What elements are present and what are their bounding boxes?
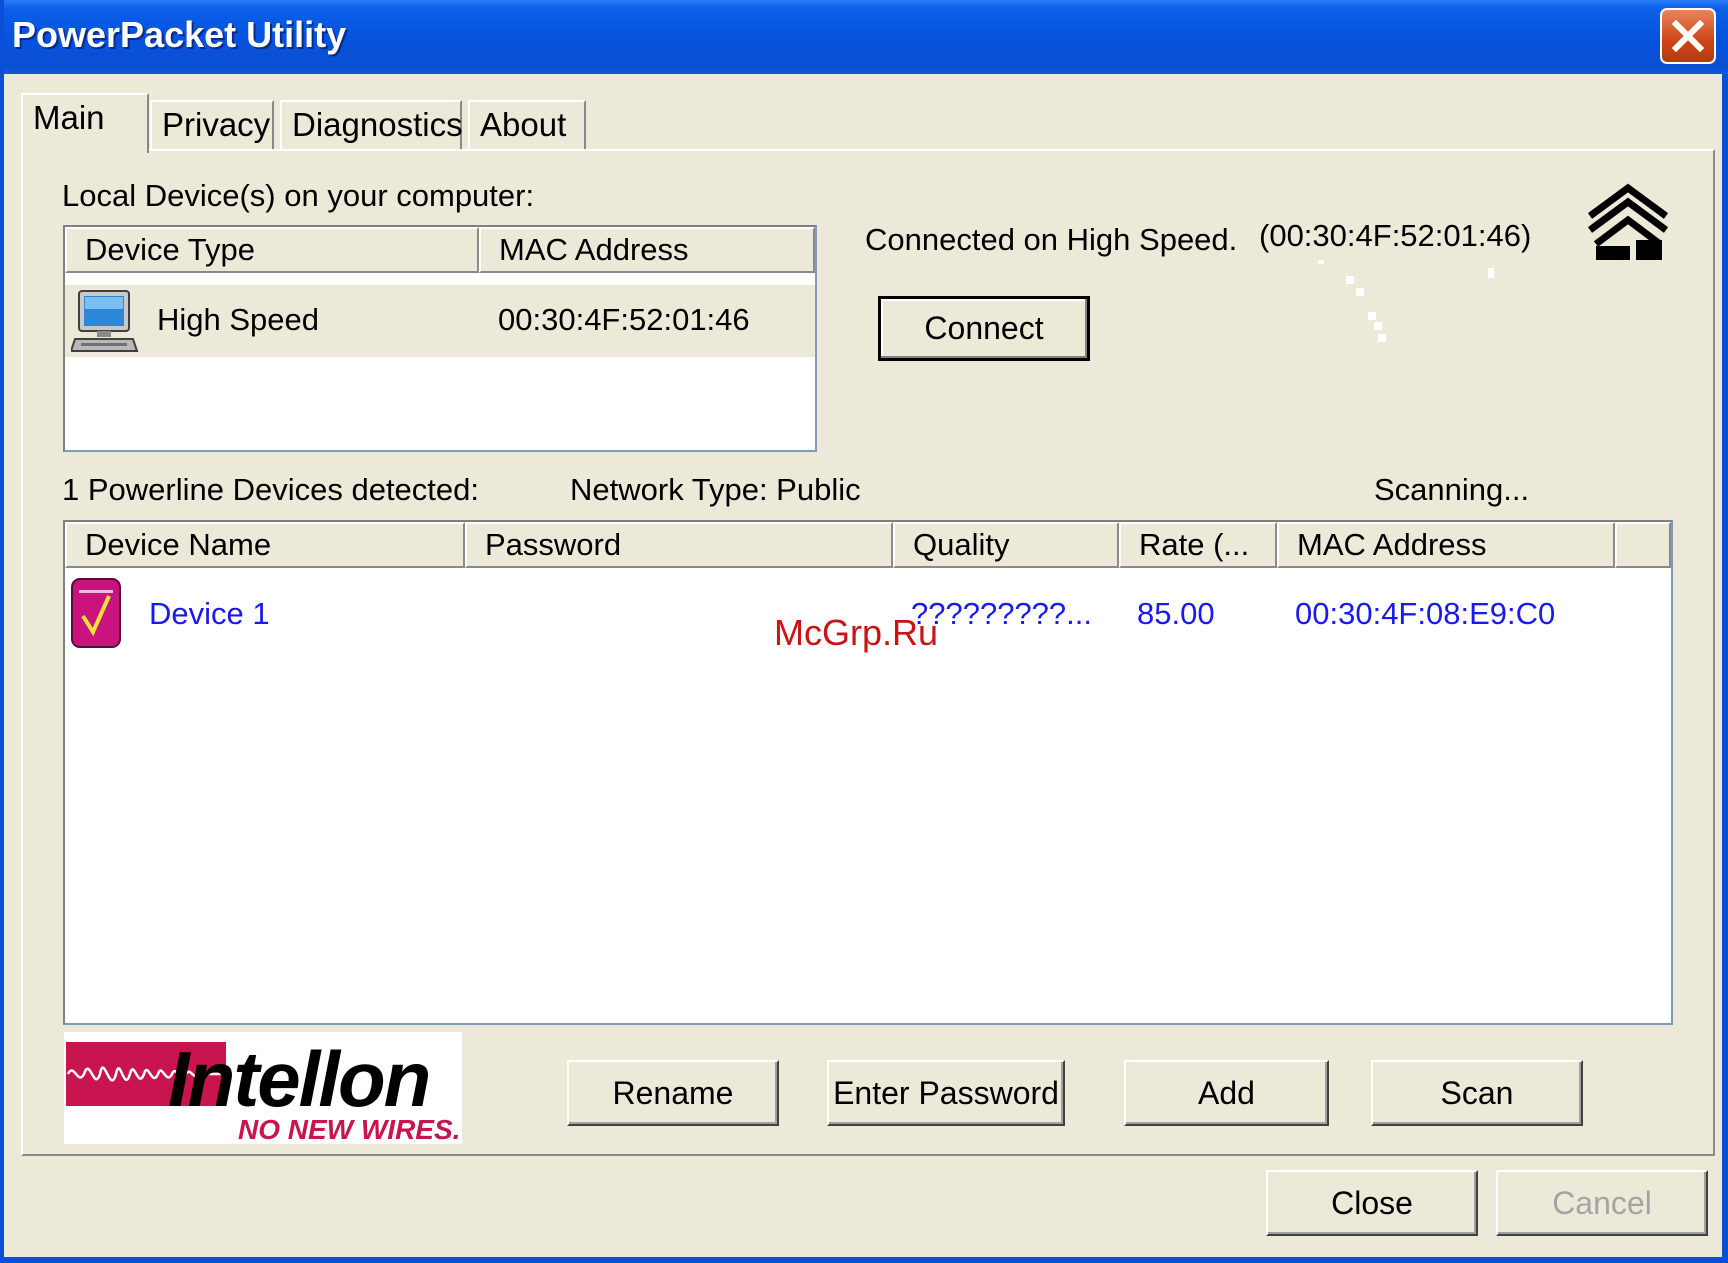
tab-privacy[interactable]: Privacy [150,100,274,150]
devices-detected-label: 1 Powerline Devices detected: [62,472,480,507]
network-type-label: Network Type: Public [570,472,861,507]
device-mac: 00:30:4F:08:E9:C0 [1295,596,1556,631]
app-window: PowerPacket Utility Main Privacy Diagnos… [0,0,1728,1263]
close-window-icon[interactable] [1660,8,1716,64]
title-bar[interactable]: PowerPacket Utility [4,0,1728,74]
tab-about[interactable]: About [468,100,586,150]
column-header-device-type[interactable]: Device Type [65,227,479,273]
enter-password-button[interactable]: Enter Password [827,1060,1065,1126]
scan-button[interactable]: Scan [1371,1060,1583,1126]
column-header-rate[interactable]: Rate (... [1119,522,1277,568]
tab-diagnostics[interactable]: Diagnostics [280,100,463,150]
house-icon [1582,182,1672,267]
connection-status-text: Connected on High Speed. [865,222,1238,257]
close-button[interactable]: Close [1266,1170,1478,1236]
window-title: PowerPacket Utility [12,14,347,55]
logo-tagline-text: NO NEW WIRES. [238,1114,461,1145]
local-devices-label: Local Device(s) on your computer: [62,178,535,213]
device-name-link[interactable]: Device 1 [149,596,270,632]
column-header-filler [1615,522,1671,568]
column-header-password[interactable]: Password [465,522,893,568]
tab-main[interactable]: Main [21,93,149,153]
scanning-activity-icon [1314,256,1514,351]
cancel-button[interactable]: Cancel [1496,1170,1708,1236]
local-device-type: High Speed [157,302,320,337]
column-header-device-name[interactable]: Device Name [65,522,465,568]
scanning-status: Scanning... [1374,472,1530,507]
watermark-text: McGrp.Ru [774,612,939,653]
column-header-mac-address[interactable]: MAC Address [479,227,815,273]
local-devices-list[interactable]: Device Type MAC Address High Speed 00:30… [63,225,817,452]
device-quality: ?????????... [911,596,1093,631]
add-button[interactable]: Add [1124,1060,1329,1126]
connection-status-mac: (00:30:4F:52:01:46) [1259,218,1532,253]
list-item-local-device[interactable]: High Speed 00:30:4F:52:01:46 [65,285,815,357]
powerline-device-icon [71,578,121,653]
rename-button[interactable]: Rename [567,1060,779,1126]
device-rate: 85.00 [1137,596,1215,631]
intellon-logo: Intellon NO NEW WIRES. [64,1032,462,1145]
logo-brand-text: Intellon [168,1035,431,1123]
column-header-quality[interactable]: Quality [893,522,1119,568]
connect-button[interactable]: Connect [878,296,1090,361]
column-header-mac[interactable]: MAC Address [1277,522,1615,568]
local-device-mac: 00:30:4F:52:01:46 [498,302,750,337]
computer-icon [69,287,139,360]
powerline-devices-list[interactable]: Device Name Password Quality Rate (... M… [63,520,1673,1025]
